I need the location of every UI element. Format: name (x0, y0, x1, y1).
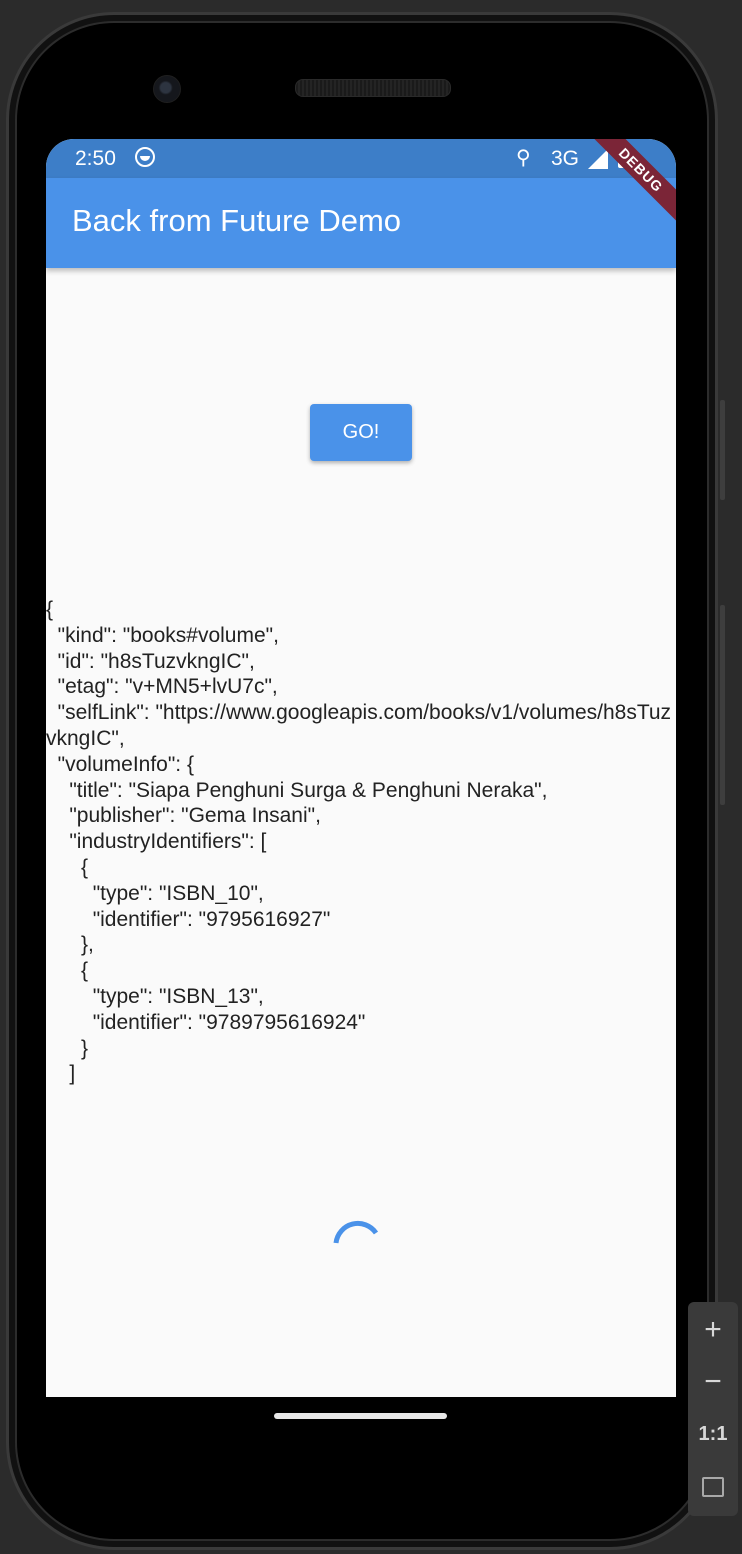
emulator-toolbar: + − 1:1 (688, 1302, 738, 1516)
json-output-text: { "kind": "books#volume", "id": "h8sTuzv… (46, 598, 672, 1086)
actual-size-button[interactable]: 1:1 (688, 1409, 738, 1459)
app-screen: 2:50 ⚲ 3G Back from Future Demo DEBUG GO… (46, 139, 676, 1397)
network-type: 3G (551, 147, 580, 170)
volume-button[interactable] (720, 605, 725, 805)
loading-spinner-icon (333, 1221, 379, 1244)
status-bar: 2:50 ⚲ 3G (46, 139, 676, 178)
cell-signal-icon (588, 149, 608, 169)
app-title: Back from Future Demo (72, 203, 402, 238)
app-bar: Back from Future Demo (46, 178, 676, 268)
zoom-in-button[interactable]: + (688, 1305, 738, 1355)
go-button[interactable]: GO! (310, 404, 412, 461)
status-time: 2:50 (75, 147, 116, 170)
location-pin-icon: ⚲ (516, 147, 531, 169)
android-face-icon (135, 147, 155, 167)
front-camera (153, 75, 181, 103)
zoom-out-button[interactable]: − (688, 1357, 738, 1407)
earpiece-speaker (295, 79, 451, 97)
home-indicator[interactable] (274, 1413, 447, 1419)
fit-screen-icon[interactable] (702, 1477, 724, 1497)
power-button[interactable] (720, 400, 725, 500)
